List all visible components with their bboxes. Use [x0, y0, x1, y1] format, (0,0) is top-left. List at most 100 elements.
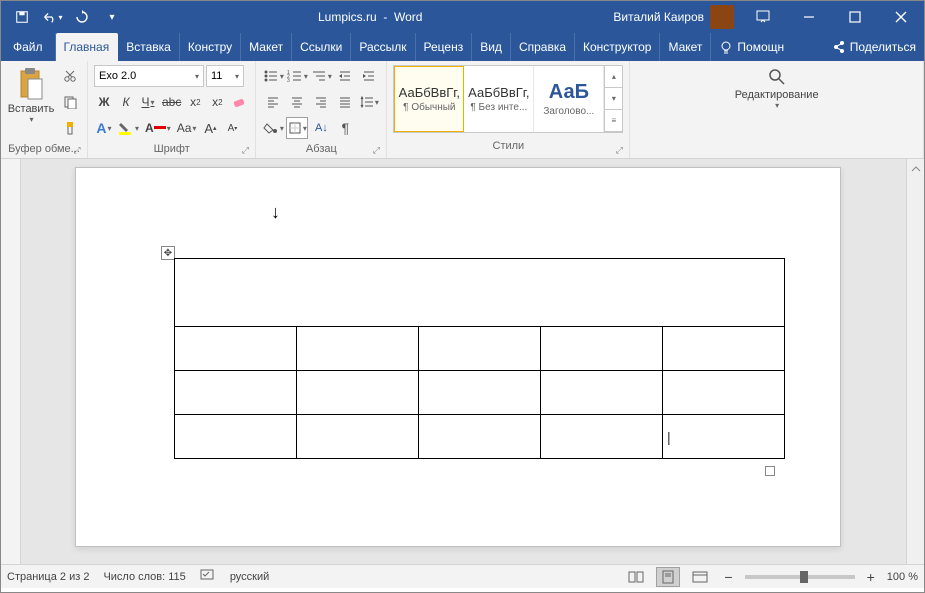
language-indicator[interactable]: русский: [230, 571, 269, 583]
table-row[interactable]: [175, 259, 785, 327]
numbering-button[interactable]: 123▾: [286, 65, 308, 87]
table-cell[interactable]: [419, 371, 541, 415]
tab-layout[interactable]: Макет: [241, 33, 292, 61]
align-left-button[interactable]: [262, 91, 284, 113]
highlight-button[interactable]: ▾: [116, 117, 141, 139]
styles-scroll-up[interactable]: ▴: [605, 66, 622, 88]
spellcheck-icon[interactable]: [200, 568, 216, 585]
tab-mailings[interactable]: Рассылк: [351, 33, 415, 61]
table-cell[interactable]: [419, 327, 541, 371]
styles-gallery[interactable]: АаБбВвГг, ¶ Обычный АаБбВвГг, ¶ Без инте…: [393, 65, 623, 133]
tab-review[interactable]: Реценз: [416, 33, 473, 61]
undo-button[interactable]: ▾: [39, 4, 65, 30]
tab-home[interactable]: Главная: [56, 33, 119, 61]
table-row[interactable]: |: [175, 415, 785, 459]
styles-scroll-down[interactable]: ▾: [605, 88, 622, 110]
shrink-font-button[interactable]: A▾: [222, 117, 242, 139]
subscript-button[interactable]: x2: [185, 91, 205, 113]
print-layout-button[interactable]: [656, 567, 680, 587]
tab-view[interactable]: Вид: [472, 33, 511, 61]
styles-expand[interactable]: ≡: [605, 110, 622, 132]
qat-customize-button[interactable]: ▾: [99, 4, 125, 30]
copy-button[interactable]: [59, 91, 81, 113]
font-color-button[interactable]: A▾: [143, 117, 173, 139]
underline-button[interactable]: Ч▾: [138, 91, 158, 113]
user-account[interactable]: Виталий Каиров: [607, 5, 740, 29]
close-button[interactable]: [878, 1, 924, 33]
table-cell[interactable]: [541, 415, 663, 459]
tell-me-button[interactable]: Помощн: [711, 33, 792, 61]
zoom-slider[interactable]: [745, 575, 855, 579]
shading-button[interactable]: ▾: [262, 117, 284, 139]
ribbon-options-button[interactable]: [740, 1, 786, 33]
table-cell[interactable]: [663, 327, 785, 371]
align-center-button[interactable]: [286, 91, 308, 113]
tab-insert[interactable]: Вставка: [118, 33, 180, 61]
align-right-button[interactable]: [310, 91, 332, 113]
justify-button[interactable]: [334, 91, 356, 113]
styles-launcher[interactable]: ⤢: [613, 144, 625, 156]
style-no-spacing[interactable]: АаБбВвГг, ¶ Без инте...: [464, 66, 534, 132]
font-size-combo[interactable]: 11▾: [206, 65, 244, 87]
table-cell[interactable]: [419, 415, 541, 459]
table-cell[interactable]: [175, 415, 297, 459]
table-row[interactable]: [175, 371, 785, 415]
table-cell[interactable]: [541, 327, 663, 371]
tab-design[interactable]: Констру: [180, 33, 241, 61]
font-name-combo[interactable]: Exo 2.0▾: [94, 65, 204, 87]
clipboard-launcher[interactable]: ⤢: [71, 144, 83, 156]
table-row[interactable]: [175, 327, 785, 371]
tab-file[interactable]: Файл: [1, 33, 56, 61]
italic-button[interactable]: К: [116, 91, 136, 113]
change-case-button[interactable]: Aa▾: [175, 117, 199, 139]
table-cell[interactable]: [297, 327, 419, 371]
paragraph-launcher[interactable]: ⤢: [370, 144, 382, 156]
table-move-handle[interactable]: ✥: [161, 246, 175, 260]
style-heading1[interactable]: АаБ Заголово...: [534, 66, 604, 132]
read-mode-button[interactable]: [624, 567, 648, 587]
table-cell[interactable]: [541, 371, 663, 415]
maximize-button[interactable]: [832, 1, 878, 33]
text-effects-button[interactable]: A▾: [94, 117, 114, 139]
table-cell[interactable]: [175, 327, 297, 371]
table-cell[interactable]: [297, 371, 419, 415]
table-cell[interactable]: [297, 415, 419, 459]
table-cell-active[interactable]: |: [663, 415, 785, 459]
line-spacing-button[interactable]: ▾: [358, 91, 380, 113]
bullets-button[interactable]: ▾: [262, 65, 284, 87]
page[interactable]: ↓ ✥ |: [75, 167, 841, 547]
paste-button[interactable]: Вставить ▾: [7, 65, 55, 126]
clear-formatting-button[interactable]: [229, 91, 249, 113]
tab-references[interactable]: Ссылки: [292, 33, 351, 61]
zoom-thumb[interactable]: [800, 571, 808, 583]
zoom-level[interactable]: 100 %: [887, 571, 918, 583]
font-launcher[interactable]: ⤢: [239, 144, 251, 156]
page-indicator[interactable]: Страница 2 из 2: [7, 571, 89, 583]
bold-button[interactable]: Ж: [94, 91, 114, 113]
style-normal[interactable]: АаБбВвГг, ¶ Обычный: [394, 66, 464, 132]
tab-table-design[interactable]: Конструктор: [575, 33, 660, 61]
table-cell[interactable]: [175, 259, 785, 327]
borders-button[interactable]: ▾: [286, 117, 308, 139]
sort-button[interactable]: А↓: [310, 117, 332, 139]
scrollbar-up-button[interactable]: [910, 161, 922, 171]
cut-button[interactable]: [59, 65, 81, 87]
word-count[interactable]: Число слов: 115: [103, 571, 185, 583]
redo-button[interactable]: [69, 4, 95, 30]
zoom-out-button[interactable]: −: [720, 569, 736, 585]
autosave-icon[interactable]: [9, 4, 35, 30]
document-viewport[interactable]: ↓ ✥ |: [21, 159, 924, 564]
grow-font-button[interactable]: A▴: [200, 117, 220, 139]
multilevel-list-button[interactable]: ▾: [310, 65, 332, 87]
minimize-button[interactable]: [786, 1, 832, 33]
vertical-scrollbar[interactable]: [906, 159, 924, 564]
tab-help[interactable]: Справка: [511, 33, 575, 61]
table-resize-handle[interactable]: [765, 466, 775, 476]
format-painter-button[interactable]: [59, 117, 81, 139]
share-button[interactable]: Поделиться: [824, 33, 924, 61]
decrease-indent-button[interactable]: [334, 65, 356, 87]
web-layout-button[interactable]: [688, 567, 712, 587]
show-marks-button[interactable]: ¶: [334, 117, 356, 139]
vertical-ruler[interactable]: [1, 159, 21, 564]
document-table[interactable]: |: [174, 258, 785, 459]
